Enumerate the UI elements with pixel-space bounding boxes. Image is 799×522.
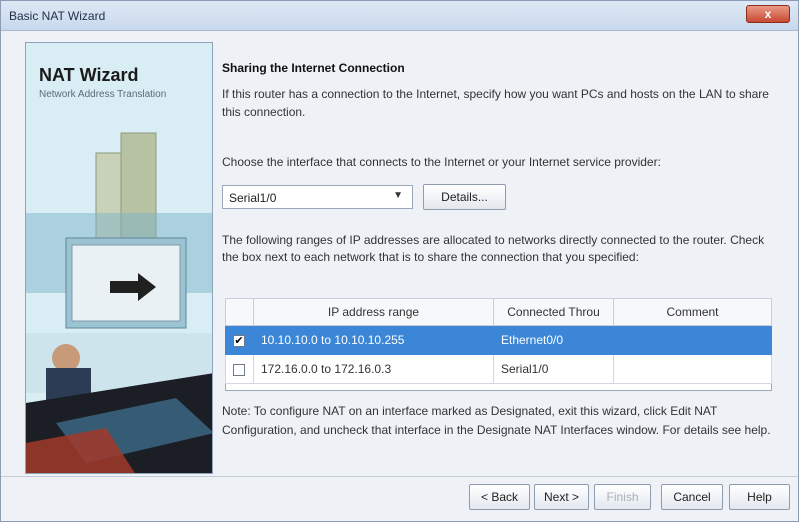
ip-range-cell: 172.16.0.0 to 172.16.0.3 <box>253 354 494 384</box>
row-checkbox-cell[interactable] <box>225 354 254 384</box>
checkbox-checked[interactable]: ✔ <box>233 334 245 347</box>
comment-cell[interactable] <box>613 325 772 355</box>
column-header-range[interactable]: IP address range <box>253 298 494 326</box>
back-button[interactable]: < Back <box>469 484 530 510</box>
table-row[interactable]: 172.16.0.0 to 172.16.0.3 Serial1/0 <box>225 354 772 384</box>
close-button[interactable]: x <box>746 5 790 23</box>
table-row[interactable]: ✔ 10.10.10.0 to 10.10.10.255 Ethernet0/0 <box>225 325 772 355</box>
wizard-banner: NAT Wizard Network Address Translation <box>25 42 213 474</box>
intro-text: If this router has a connection to the I… <box>222 87 769 119</box>
note-text: Note: To configure NAT on an interface m… <box>222 404 771 437</box>
interface-select-value: Serial1/0 <box>229 191 277 205</box>
ip-ranges-table: IP address range Connected Throu Comment… <box>225 298 772 391</box>
interface-select[interactable]: Serial1/0 ▼ <box>222 185 413 209</box>
row-checkbox-cell[interactable]: ✔ <box>225 325 254 355</box>
column-header-check[interactable] <box>225 298 254 326</box>
details-button[interactable]: Details... <box>423 184 506 210</box>
page-heading: Sharing the Internet Connection <box>222 61 405 75</box>
connected-through-cell: Ethernet0/0 <box>493 325 614 355</box>
ip-range-cell: 10.10.10.0 to 10.10.10.255 <box>253 325 494 355</box>
comment-cell[interactable] <box>613 354 772 384</box>
nat-wizard-window: Basic NAT Wizard x NAT Wizard Network Ad… <box>0 0 799 522</box>
table-header-row: IP address range Connected Throu Comment <box>225 298 772 326</box>
help-button[interactable]: Help <box>729 484 790 510</box>
banner-title: NAT Wizard <box>39 65 139 85</box>
ranges-text: The following ranges of IP addresses are… <box>222 233 765 264</box>
finish-button: Finish <box>594 484 651 510</box>
connected-through-cell: Serial1/0 <box>493 354 614 384</box>
wizard-content: Sharing the Internet Connection If this … <box>222 42 782 472</box>
wizard-footer: < Back Next > Finish Cancel Help <box>1 476 798 521</box>
column-header-connected[interactable]: Connected Throu <box>493 298 614 326</box>
title-bar[interactable]: Basic NAT Wizard x <box>1 1 798 31</box>
window-title: Basic NAT Wizard <box>9 9 106 23</box>
banner-subtitle: Network Address Translation <box>39 89 167 100</box>
checkbox-unchecked[interactable] <box>233 363 245 376</box>
column-header-comment[interactable]: Comment <box>613 298 772 326</box>
network-illustration <box>26 43 212 473</box>
chevron-down-icon[interactable]: ▼ <box>393 190 403 201</box>
choose-interface-text: Choose the interface that connects to th… <box>222 155 661 169</box>
next-button[interactable]: Next > <box>534 484 589 510</box>
table-blank-row <box>226 384 772 391</box>
cancel-button[interactable]: Cancel <box>661 484 723 510</box>
